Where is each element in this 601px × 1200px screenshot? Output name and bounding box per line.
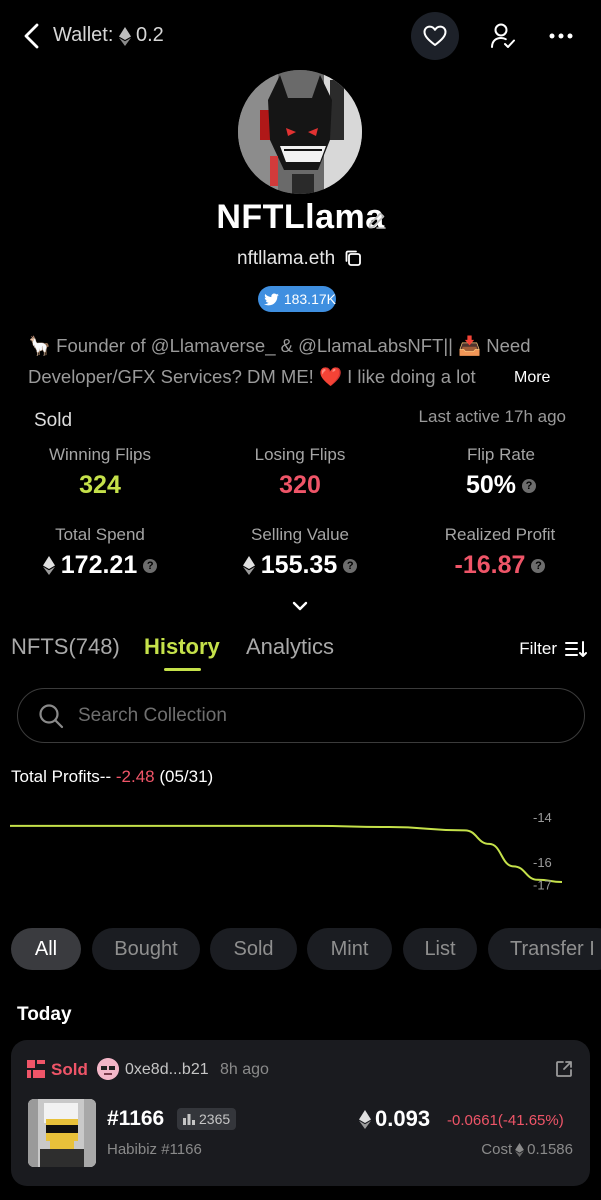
twitter-followers-count: 183.17K bbox=[283, 291, 336, 307]
buyer-avatar bbox=[97, 1058, 119, 1080]
total-profits-label: Total Profits-- bbox=[11, 767, 116, 786]
eth-icon bbox=[242, 556, 255, 575]
active-tab-indicator bbox=[164, 668, 201, 671]
activity-card[interactable]: Sold 0xe8d...b21 8h ago #1166 2365 Habib… bbox=[11, 1040, 590, 1186]
last-active: Last active 17h ago bbox=[418, 407, 566, 426]
activity-filter-row: All Bought Sold Mint List Transfer I bbox=[0, 928, 601, 970]
help-icon[interactable]: ? bbox=[343, 558, 358, 573]
y-tick-label: -14 bbox=[533, 810, 552, 825]
external-link-icon[interactable] bbox=[555, 1060, 573, 1078]
twitter-followers-badge[interactable]: 183.17K bbox=[258, 286, 336, 312]
stat-value: 50%? bbox=[426, 471, 576, 500]
stat-label: Realized Profit bbox=[444, 525, 556, 544]
eth-icon bbox=[119, 27, 131, 46]
buyer-address[interactable]: 0xe8d...b21 bbox=[125, 1061, 209, 1079]
flip-rate-stat: Flip Rate 50%? bbox=[426, 445, 576, 500]
total-profits-value: -2.48 bbox=[115, 767, 155, 786]
stat-value: 320 bbox=[279, 471, 321, 499]
realized-profit-stat: Realized Profit -16.87? bbox=[420, 525, 580, 580]
stat-label: Total Spend bbox=[55, 525, 145, 544]
favorite-button[interactable] bbox=[411, 12, 459, 60]
filter-pill-transfer[interactable]: Transfer I bbox=[488, 928, 601, 970]
total-profits-date: (05/31) bbox=[159, 767, 214, 786]
more-options-icon[interactable] bbox=[548, 26, 574, 46]
wallet-label: Wallet: bbox=[53, 24, 114, 46]
tab-history[interactable]: History bbox=[144, 634, 220, 660]
eth-icon bbox=[42, 556, 55, 575]
ens-name: nftllama.eth bbox=[237, 248, 336, 269]
bio-more-button[interactable]: More bbox=[497, 364, 567, 394]
search-icon bbox=[39, 704, 64, 729]
collection-name[interactable]: Habibiz #1166 bbox=[107, 1141, 202, 1158]
nft-thumbnail[interactable] bbox=[28, 1099, 96, 1167]
stat-label: Selling Value bbox=[251, 525, 349, 544]
help-icon[interactable]: ? bbox=[531, 558, 546, 573]
filter-pill-bought[interactable]: Bought bbox=[92, 928, 200, 970]
stat-value: -16.87? bbox=[420, 551, 580, 580]
stat-label: Losing Flips bbox=[254, 445, 346, 464]
sale-price: 0.093 bbox=[359, 1106, 430, 1132]
filter-pill-all[interactable]: All bbox=[11, 928, 81, 970]
stat-label: Flip Rate bbox=[466, 445, 536, 464]
winning-flips-stat: Winning Flips 324 bbox=[25, 445, 175, 500]
rarity-rank: 2365 bbox=[199, 1111, 231, 1127]
tab-bar: NFTS(748) History Analytics Filter bbox=[0, 630, 601, 671]
activity-type: Sold bbox=[51, 1060, 88, 1079]
filter-pill-sold[interactable]: Sold bbox=[210, 928, 297, 970]
bar-chart-icon bbox=[183, 1113, 195, 1125]
stat-value: 324 bbox=[79, 471, 121, 499]
tab-analytics[interactable]: Analytics bbox=[246, 634, 334, 660]
back-arrow-icon[interactable] bbox=[20, 22, 44, 50]
heart-icon bbox=[423, 25, 447, 46]
search-box bbox=[17, 688, 585, 743]
profit-line bbox=[10, 824, 563, 884]
stat-value: 155.35? bbox=[220, 551, 380, 580]
wallet-balance: 0.2 bbox=[136, 24, 164, 46]
chevron-down-icon[interactable] bbox=[291, 600, 309, 612]
activity-time: 8h ago bbox=[220, 1061, 269, 1078]
losing-flips-stat: Losing Flips 320 bbox=[225, 445, 375, 500]
blur-logo-icon bbox=[27, 1060, 45, 1078]
copy-icon[interactable] bbox=[344, 249, 362, 267]
stat-label: Winning Flips bbox=[48, 445, 152, 464]
selling-value-stat: Selling Value 155.35? bbox=[220, 525, 380, 580]
y-tick-label: -17 bbox=[533, 877, 552, 892]
profit-line-chart: -14 -16 -17 bbox=[10, 810, 563, 892]
section-title: Today bbox=[17, 1004, 72, 1025]
follow-user-icon[interactable] bbox=[490, 22, 516, 50]
edit-icon[interactable] bbox=[366, 209, 388, 231]
filter-pill-list[interactable]: List bbox=[403, 928, 477, 970]
bio-line: Developer/GFX Services? DM ME! ❤️ I like… bbox=[28, 366, 476, 387]
filter-button[interactable]: Filter bbox=[519, 639, 587, 659]
tab-nfts[interactable]: NFTS(748) bbox=[11, 634, 120, 660]
profile-avatar bbox=[238, 70, 362, 194]
top-bar: Wallet: 0.2 bbox=[0, 0, 601, 72]
cost: Cost 0.1586 bbox=[481, 1141, 573, 1158]
filter-label: Filter bbox=[519, 639, 557, 658]
rarity-rank-badge: 2365 bbox=[177, 1108, 237, 1130]
eth-icon bbox=[515, 1142, 525, 1157]
filter-pill-mint[interactable]: Mint bbox=[307, 928, 392, 970]
token-id: #1166 bbox=[107, 1107, 165, 1130]
y-tick-label: -16 bbox=[533, 855, 552, 870]
cost-value: 0.1586 bbox=[527, 1141, 573, 1158]
stat-value: 172.21? bbox=[20, 551, 180, 580]
profile-name: NFTLlama bbox=[216, 198, 385, 236]
bio-line: 🦙 Founder of @Llamaverse_ & @LlamaLabsNF… bbox=[28, 335, 531, 356]
total-spend-stat: Total Spend 172.21? bbox=[20, 525, 180, 580]
profile-bio: 🦙 Founder of @Llamaverse_ & @LlamaLabsNF… bbox=[28, 330, 574, 392]
sold-label: Sold bbox=[34, 410, 73, 431]
eth-icon bbox=[359, 1109, 371, 1129]
total-profits-header: Total Profits-- -2.48 (05/31) bbox=[11, 767, 213, 787]
twitter-icon bbox=[264, 292, 279, 305]
help-icon[interactable]: ? bbox=[522, 478, 537, 493]
help-icon[interactable]: ? bbox=[143, 558, 158, 573]
filter-icon bbox=[565, 641, 587, 657]
search-input[interactable] bbox=[78, 702, 558, 730]
cost-label: Cost bbox=[481, 1141, 513, 1158]
price-change: -0.0661(-41.65%) bbox=[447, 1112, 564, 1129]
